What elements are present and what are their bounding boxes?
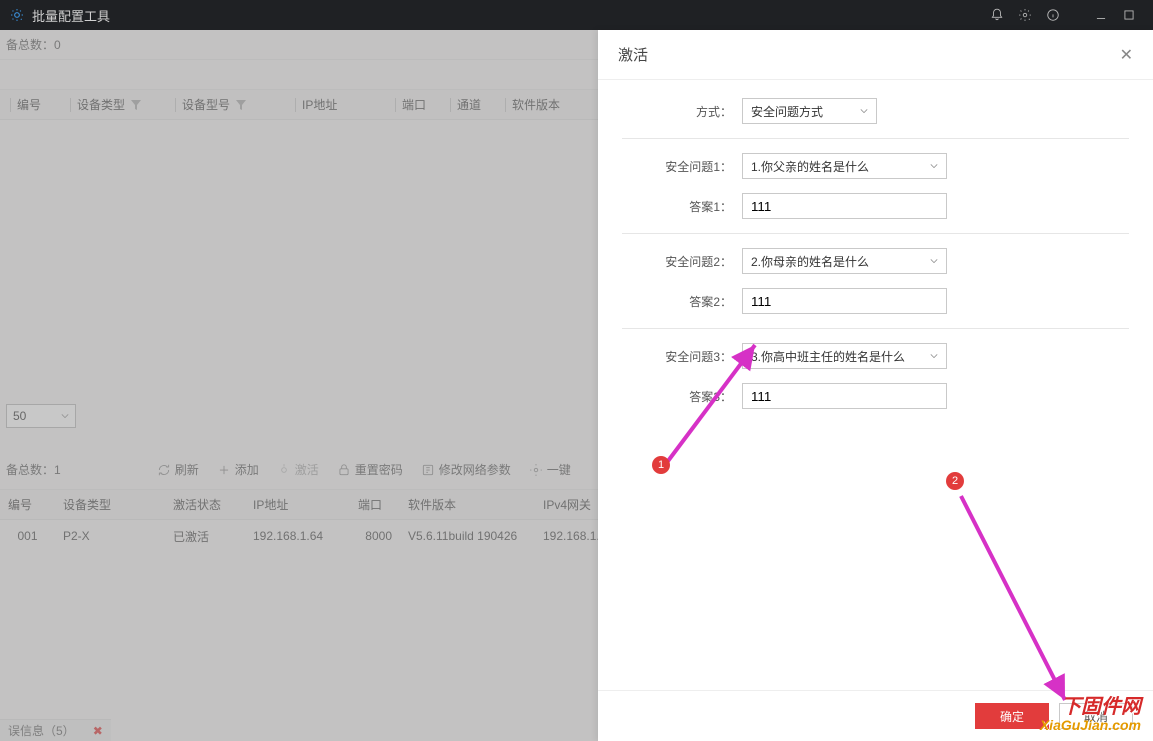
pin-icon[interactable]: ✖ bbox=[93, 724, 103, 738]
maximize-button[interactable] bbox=[1115, 1, 1143, 29]
lower-add-button[interactable]: 添加 bbox=[217, 461, 259, 478]
panel-body: 方式： 安全问题方式 安全问题1： 1.你父亲的姓名是什么 答案1： 安全问题2… bbox=[598, 80, 1153, 690]
minimize-button[interactable] bbox=[1087, 1, 1115, 29]
error-info[interactable]: 误信息（5） bbox=[8, 722, 75, 739]
answer1-input[interactable] bbox=[742, 193, 947, 219]
panel-footer: 确定 取消 bbox=[598, 690, 1153, 741]
annotation-bubble-2: 2 bbox=[946, 472, 964, 490]
status-bar: 误信息（5） ✖ bbox=[0, 719, 111, 741]
answer3-input[interactable] bbox=[742, 383, 947, 409]
question2-label: 安全问题2： bbox=[622, 253, 742, 270]
answer2-label: 答案2： bbox=[622, 293, 742, 310]
lower-activate-button[interactable]: 激活 bbox=[277, 461, 319, 478]
net-params-button[interactable]: 修改网络参数 bbox=[421, 461, 511, 478]
info-button[interactable] bbox=[1039, 1, 1067, 29]
question1-select[interactable]: 1.你父亲的姓名是什么 bbox=[742, 153, 947, 179]
close-button[interactable]: ✕ bbox=[1120, 45, 1133, 65]
answer2-input[interactable] bbox=[742, 288, 947, 314]
question2-select[interactable]: 2.你母亲的姓名是什么 bbox=[742, 248, 947, 274]
col-version: 软件版本 bbox=[512, 96, 560, 113]
col-ip: IP地址 bbox=[302, 96, 337, 113]
answer1-label: 答案1： bbox=[622, 198, 742, 215]
col-devmodel: 设备型号 bbox=[182, 96, 230, 113]
notifications-button[interactable] bbox=[983, 1, 1011, 29]
question3-label: 安全问题3： bbox=[622, 348, 742, 365]
one-key-button[interactable]: 一键 bbox=[529, 461, 571, 478]
confirm-button[interactable]: 确定 bbox=[975, 703, 1049, 729]
panel-title: 激活 bbox=[618, 44, 648, 65]
app-logo-icon bbox=[10, 8, 24, 22]
lower-device-count: 备总数：1 bbox=[6, 461, 61, 478]
method-select[interactable]: 安全问题方式 bbox=[742, 98, 877, 124]
lower-refresh-button[interactable]: 刷新 bbox=[157, 461, 199, 478]
col-port: 端口 bbox=[402, 96, 426, 113]
method-label: 方式： bbox=[622, 103, 742, 120]
chevron-down-icon bbox=[930, 257, 938, 265]
col-id: 编号 bbox=[17, 96, 41, 113]
col-channel: 通道 bbox=[457, 96, 481, 113]
page-size-value: 50 bbox=[13, 409, 26, 423]
page-size-select[interactable]: 50 bbox=[6, 404, 76, 428]
annotation-bubble-1: 1 bbox=[652, 456, 670, 474]
chevron-down-icon bbox=[860, 107, 868, 115]
chevron-down-icon bbox=[930, 162, 938, 170]
reset-password-button[interactable]: 重置密码 bbox=[337, 461, 403, 478]
app-title: 批量配置工具 bbox=[32, 6, 110, 25]
activation-panel: 激活 ✕ 方式： 安全问题方式 安全问题1： 1.你父亲的姓名是什么 答案1： bbox=[598, 30, 1153, 741]
col-devtype: 设备类型 bbox=[77, 96, 125, 113]
method-value: 安全问题方式 bbox=[751, 103, 823, 120]
chevron-down-icon bbox=[930, 352, 938, 360]
answer3-label: 答案3： bbox=[622, 388, 742, 405]
panel-header: 激活 ✕ bbox=[598, 30, 1153, 80]
cancel-button[interactable]: 取消 bbox=[1059, 703, 1133, 729]
settings-button[interactable] bbox=[1011, 1, 1039, 29]
chevron-down-icon bbox=[61, 412, 69, 420]
question1-label: 安全问题1： bbox=[622, 158, 742, 175]
upper-device-count: 备总数：0 bbox=[6, 36, 61, 53]
filter-icon[interactable] bbox=[131, 100, 141, 110]
filter-icon[interactable] bbox=[236, 100, 246, 110]
titlebar: 批量配置工具 bbox=[0, 0, 1153, 30]
question3-select[interactable]: 3.你高中班主任的姓名是什么 bbox=[742, 343, 947, 369]
